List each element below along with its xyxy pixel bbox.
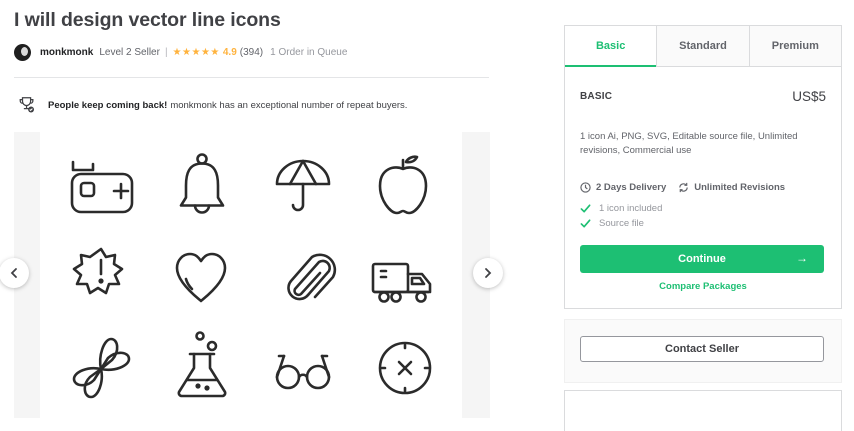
tab-premium[interactable]: Premium [748, 26, 841, 66]
package-tabs: Basic Standard Premium [565, 26, 841, 67]
clock-icon [580, 182, 591, 193]
package-price: US$5 [792, 89, 826, 104]
gallery-next-button[interactable] [473, 258, 503, 288]
tab-standard[interactable]: Standard [656, 26, 749, 66]
feature-item: Source file [580, 218, 644, 229]
separator: | [164, 46, 168, 58]
arrow-right-icon: → [796, 251, 808, 265]
seller-overview: monkmonk Level 2 Seller | ★★★★★ 4.9 (394… [14, 43, 348, 61]
seller-avatar[interactable] [14, 43, 31, 61]
seller-name-link[interactable]: monkmonk [40, 47, 93, 58]
divider [14, 77, 489, 78]
truck-icon [371, 262, 432, 303]
repeat-notice-text: monkmonk has an exceptional number of re… [170, 99, 408, 111]
gig-gallery [14, 132, 490, 418]
feature-label: Source file [599, 218, 644, 229]
seller-level: Level 2 Seller [99, 46, 160, 58]
gallery-main-image [40, 132, 462, 418]
contact-seller-button[interactable]: Contact Seller [580, 336, 824, 362]
orders-in-queue: 1 Order in Queue [270, 46, 348, 58]
check-icon [580, 204, 591, 213]
package-header: BASIC US$5 [580, 89, 826, 104]
rating-score[interactable]: 4.9 [223, 47, 237, 58]
glasses-icon [275, 354, 331, 390]
continue-button[interactable]: Continue → [580, 245, 824, 273]
package-panel: Basic Standard Premium BASIC US$5 1 icon… [564, 25, 842, 309]
package-description: 1 icon Ai, PNG, SVG, Editable source fil… [580, 131, 798, 156]
gallery-prev-button[interactable] [0, 258, 29, 288]
gamepad-icon [70, 160, 134, 214]
revisions-label: Unlimited Revisions [694, 182, 786, 193]
flask-icon [177, 331, 227, 398]
contact-panel: Contact Seller [564, 319, 842, 383]
apple-icon [378, 155, 428, 215]
rating-stars-icon[interactable]: ★★★★★ [173, 47, 220, 58]
continue-label: Continue [678, 253, 726, 265]
warning-badge-icon [72, 247, 124, 295]
package-name: BASIC [580, 91, 613, 102]
repeat-notice-bold: People keep coming back! [48, 99, 168, 111]
bell-icon [179, 153, 225, 214]
delivery-time: 2 Days Delivery [580, 182, 666, 193]
trophy-icon [19, 97, 35, 113]
refresh-icon [679, 182, 689, 193]
tab-basic[interactable]: Basic [565, 26, 657, 67]
feature-item: 1 icon included [580, 203, 662, 214]
compare-packages-link[interactable]: Compare Packages [580, 281, 826, 292]
sidebar-panel [564, 390, 842, 431]
delivery-label: 2 Days Delivery [596, 182, 667, 193]
umbrella-icon [275, 159, 331, 212]
heart-icon [175, 252, 227, 303]
check-icon [580, 219, 591, 228]
review-count[interactable]: (394) [240, 47, 263, 58]
chevron-left-icon [10, 268, 17, 278]
repeat-buyers-notice: People keep coming back! monkmonk has an… [18, 96, 407, 114]
paperclip-icon [287, 253, 337, 301]
gig-title: I will design vector line icons [14, 9, 281, 31]
chevron-right-icon [485, 268, 492, 278]
package-meta: 2 Days Delivery Unlimited Revisions [580, 182, 797, 193]
revisions: Unlimited Revisions [678, 182, 785, 193]
clock-icon [378, 341, 432, 395]
feature-label: 1 icon included [599, 203, 663, 214]
propeller-icon [72, 337, 131, 399]
